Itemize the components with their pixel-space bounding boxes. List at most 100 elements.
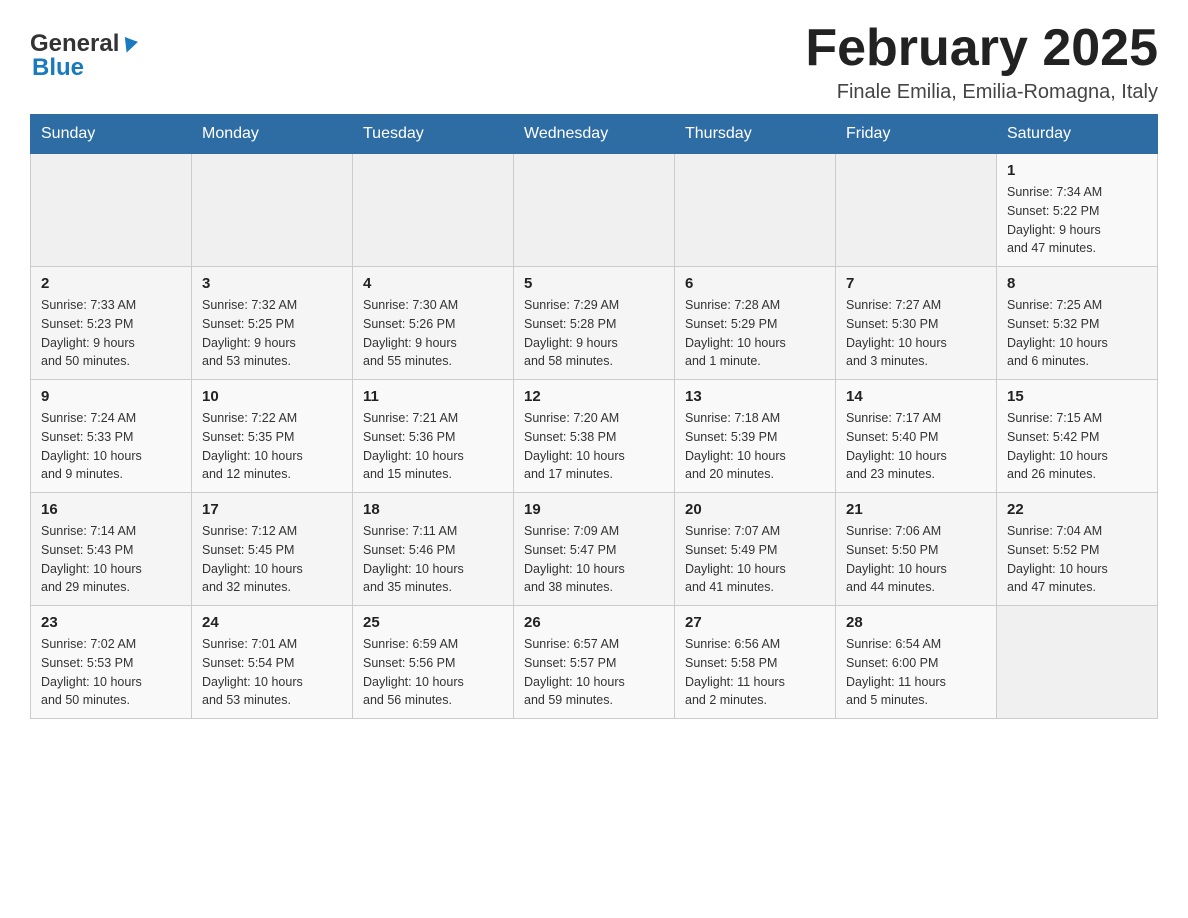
- table-row: 15 Sunrise: 7:15 AM Sunset: 5:42 PM Dayli…: [997, 380, 1158, 493]
- page-header: General Blue February 2025 Finale Emilia…: [30, 20, 1158, 104]
- table-row: 26 Sunrise: 6:57 AM Sunset: 5:57 PM Dayli…: [514, 606, 675, 719]
- day-info: Sunrise: 6:57 AM Sunset: 5:57 PM Dayligh…: [524, 635, 664, 710]
- table-row: 23 Sunrise: 7:02 AM Sunset: 5:53 PM Dayli…: [31, 606, 192, 719]
- day-number: 12: [524, 388, 664, 405]
- day-info: Sunrise: 7:33 AM Sunset: 5:23 PM Dayligh…: [41, 296, 181, 371]
- calendar-week-row: 9Sunrise: 7:24 AM Sunset: 5:33 PM Daylig…: [31, 380, 1158, 493]
- day-number: 19: [524, 501, 664, 518]
- day-number: 10: [202, 388, 342, 405]
- day-info: Sunrise: 7:15 AM Sunset: 5:42 PM Dayligh…: [1007, 409, 1147, 484]
- table-row: [675, 154, 836, 267]
- day-info: Sunrise: 7:34 AM Sunset: 5:22 PM Dayligh…: [1007, 183, 1147, 258]
- table-row: 18 Sunrise: 7:11 AM Sunset: 5:46 PM Dayli…: [353, 493, 514, 606]
- day-number: 24: [202, 614, 342, 631]
- day-number: 14: [846, 388, 986, 405]
- table-row: 24 Sunrise: 7:01 AM Sunset: 5:54 PM Dayli…: [192, 606, 353, 719]
- header-friday: Friday: [836, 115, 997, 154]
- table-row: 22 Sunrise: 7:04 AM Sunset: 5:52 PM Dayli…: [997, 493, 1158, 606]
- day-number: 1: [1007, 162, 1147, 179]
- day-number: 4: [363, 275, 503, 292]
- day-number: 17: [202, 501, 342, 518]
- table-row: 25Sunrise: 6:59 AM Sunset: 5:56 PM Dayli…: [353, 606, 514, 719]
- day-info: Sunrise: 7:14 AM Sunset: 5:43 PM Dayligh…: [41, 522, 181, 597]
- day-number: 20: [685, 501, 825, 518]
- day-info: Sunrise: 6:54 AM Sunset: 6:00 PM Dayligh…: [846, 635, 986, 710]
- day-number: 28: [846, 614, 986, 631]
- day-number: 11: [363, 388, 503, 405]
- calendar-week-row: 23 Sunrise: 7:02 AM Sunset: 5:53 PM Dayli…: [31, 606, 1158, 719]
- day-info: Sunrise: 7:21 AM Sunset: 5:36 PM Dayligh…: [363, 409, 503, 484]
- calendar-week-row: 2 Sunrise: 7:33 AM Sunset: 5:23 PM Daylig…: [31, 267, 1158, 380]
- table-row: 6Sunrise: 7:28 AM Sunset: 5:29 PM Daylig…: [675, 267, 836, 380]
- day-info: Sunrise: 7:24 AM Sunset: 5:33 PM Dayligh…: [41, 409, 181, 484]
- day-number: 7: [846, 275, 986, 292]
- day-info: Sunrise: 7:20 AM Sunset: 5:38 PM Dayligh…: [524, 409, 664, 484]
- day-info: Sunrise: 7:01 AM Sunset: 5:54 PM Dayligh…: [202, 635, 342, 710]
- day-number: 26: [524, 614, 664, 631]
- table-row: 11 Sunrise: 7:21 AM Sunset: 5:36 PM Dayli…: [353, 380, 514, 493]
- header-saturday: Saturday: [997, 115, 1158, 154]
- table-row: 9Sunrise: 7:24 AM Sunset: 5:33 PM Daylig…: [31, 380, 192, 493]
- table-row: 7 Sunrise: 7:27 AM Sunset: 5:30 PM Daylig…: [836, 267, 997, 380]
- logo-triangle-icon: [120, 37, 138, 55]
- day-number: 18: [363, 501, 503, 518]
- weekday-header-row: Sunday Monday Tuesday Wednesday Thursday…: [31, 115, 1158, 154]
- day-info: Sunrise: 7:30 AM Sunset: 5:26 PM Dayligh…: [363, 296, 503, 371]
- calendar-week-row: 1 Sunrise: 7:34 AM Sunset: 5:22 PM Daylig…: [31, 154, 1158, 267]
- title-block: February 2025 Finale Emilia, Emilia-Roma…: [805, 20, 1158, 104]
- table-row: [192, 154, 353, 267]
- day-number: 22: [1007, 501, 1147, 518]
- table-row: 3Sunrise: 7:32 AM Sunset: 5:25 PM Daylig…: [192, 267, 353, 380]
- table-row: 28 Sunrise: 6:54 AM Sunset: 6:00 PM Dayli…: [836, 606, 997, 719]
- day-info: Sunrise: 7:25 AM Sunset: 5:32 PM Dayligh…: [1007, 296, 1147, 371]
- calendar-week-row: 16 Sunrise: 7:14 AM Sunset: 5:43 PM Dayli…: [31, 493, 1158, 606]
- table-row: 14 Sunrise: 7:17 AM Sunset: 5:40 PM Dayli…: [836, 380, 997, 493]
- table-row: 16 Sunrise: 7:14 AM Sunset: 5:43 PM Dayli…: [31, 493, 192, 606]
- day-info: Sunrise: 7:27 AM Sunset: 5:30 PM Dayligh…: [846, 296, 986, 371]
- day-info: Sunrise: 7:06 AM Sunset: 5:50 PM Dayligh…: [846, 522, 986, 597]
- day-number: 3: [202, 275, 342, 292]
- day-info: Sunrise: 7:18 AM Sunset: 5:39 PM Dayligh…: [685, 409, 825, 484]
- day-number: 13: [685, 388, 825, 405]
- day-info: Sunrise: 7:04 AM Sunset: 5:52 PM Dayligh…: [1007, 522, 1147, 597]
- table-row: 8 Sunrise: 7:25 AM Sunset: 5:32 PM Daylig…: [997, 267, 1158, 380]
- day-number: 6: [685, 275, 825, 292]
- day-info: Sunrise: 7:02 AM Sunset: 5:53 PM Dayligh…: [41, 635, 181, 710]
- calendar-subtitle: Finale Emilia, Emilia-Romagna, Italy: [805, 81, 1158, 104]
- table-row: 5Sunrise: 7:29 AM Sunset: 5:28 PM Daylig…: [514, 267, 675, 380]
- table-row: [31, 154, 192, 267]
- calendar-table: Sunday Monday Tuesday Wednesday Thursday…: [30, 114, 1158, 719]
- header-tuesday: Tuesday: [353, 115, 514, 154]
- header-wednesday: Wednesday: [514, 115, 675, 154]
- logo-blue-text: Blue: [32, 54, 84, 82]
- table-row: [836, 154, 997, 267]
- header-sunday: Sunday: [31, 115, 192, 154]
- table-row: 19 Sunrise: 7:09 AM Sunset: 5:47 PM Dayli…: [514, 493, 675, 606]
- table-row: 12 Sunrise: 7:20 AM Sunset: 5:38 PM Dayli…: [514, 380, 675, 493]
- day-info: Sunrise: 7:07 AM Sunset: 5:49 PM Dayligh…: [685, 522, 825, 597]
- header-thursday: Thursday: [675, 115, 836, 154]
- day-number: 5: [524, 275, 664, 292]
- table-row: [353, 154, 514, 267]
- day-info: Sunrise: 6:56 AM Sunset: 5:58 PM Dayligh…: [685, 635, 825, 710]
- table-row: 21 Sunrise: 7:06 AM Sunset: 5:50 PM Dayli…: [836, 493, 997, 606]
- table-row: [514, 154, 675, 267]
- table-row: 4 Sunrise: 7:30 AM Sunset: 5:26 PM Daylig…: [353, 267, 514, 380]
- day-info: Sunrise: 7:22 AM Sunset: 5:35 PM Dayligh…: [202, 409, 342, 484]
- day-number: 25: [363, 614, 503, 631]
- table-row: 2 Sunrise: 7:33 AM Sunset: 5:23 PM Daylig…: [31, 267, 192, 380]
- day-info: Sunrise: 7:11 AM Sunset: 5:46 PM Dayligh…: [363, 522, 503, 597]
- logo: General Blue: [30, 20, 136, 82]
- day-number: 23: [41, 614, 181, 631]
- table-row: 27Sunrise: 6:56 AM Sunset: 5:58 PM Dayli…: [675, 606, 836, 719]
- day-info: Sunrise: 7:09 AM Sunset: 5:47 PM Dayligh…: [524, 522, 664, 597]
- day-number: 16: [41, 501, 181, 518]
- table-row: 1 Sunrise: 7:34 AM Sunset: 5:22 PM Daylig…: [997, 154, 1158, 267]
- table-row: 20 Sunrise: 7:07 AM Sunset: 5:49 PM Dayli…: [675, 493, 836, 606]
- day-number: 8: [1007, 275, 1147, 292]
- day-number: 15: [1007, 388, 1147, 405]
- day-number: 21: [846, 501, 986, 518]
- day-number: 2: [41, 275, 181, 292]
- table-row: 13 Sunrise: 7:18 AM Sunset: 5:39 PM Dayli…: [675, 380, 836, 493]
- day-info: Sunrise: 7:17 AM Sunset: 5:40 PM Dayligh…: [846, 409, 986, 484]
